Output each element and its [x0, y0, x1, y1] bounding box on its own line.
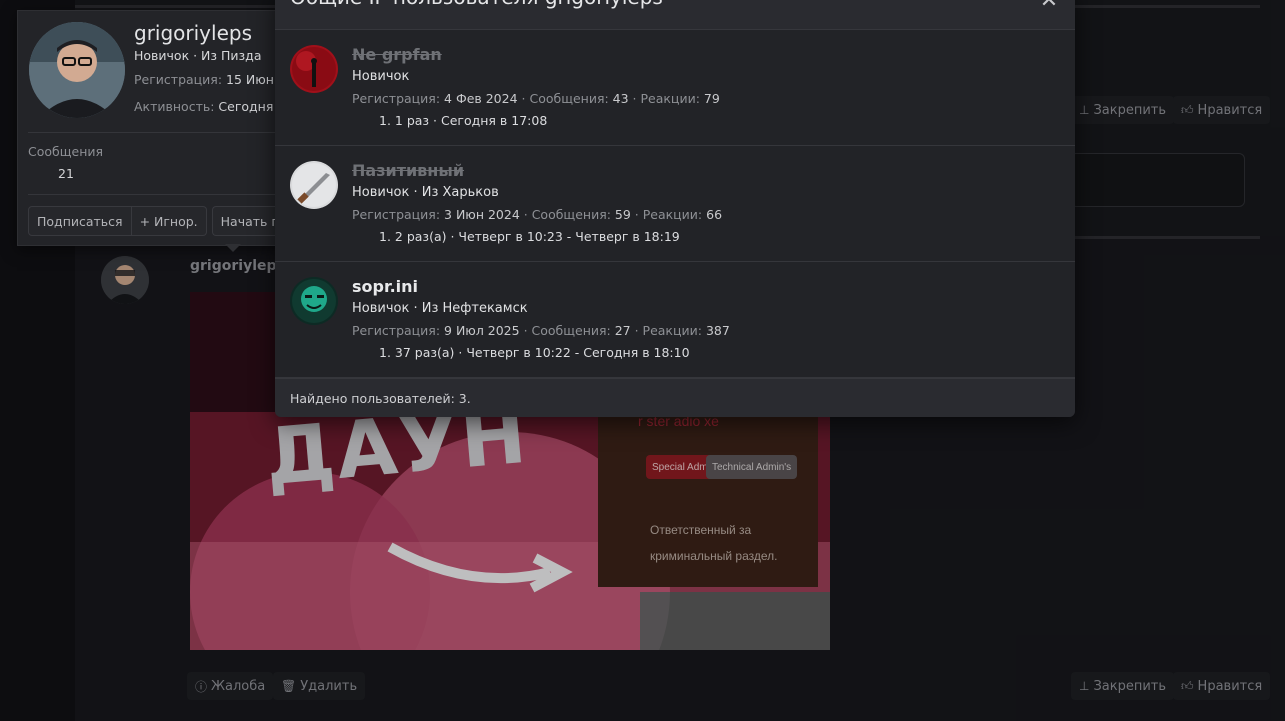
ignore-button[interactable]: + Игнор.	[131, 206, 207, 236]
post-author-name[interactable]: grigoriyleps	[190, 258, 285, 274]
shared-ip-modal: Общие IP пользователя grigoriyleps ✕ Ne …	[275, 0, 1075, 417]
member-registration: Регистрация: 15 Июн 2	[134, 72, 286, 87]
user-messages-value: 59	[614, 207, 631, 222]
user-messages-value: 43	[612, 91, 629, 106]
report-label: Жалоба	[211, 678, 266, 694]
pin-button[interactable]: ⊥ Закрепить	[1071, 672, 1175, 700]
user-registration-label: Регистрация:	[352, 91, 445, 106]
thumbs-up-icon: 👍︎	[1181, 102, 1194, 117]
user-avatar[interactable]	[290, 45, 338, 93]
pin-label: Закрепить	[1093, 678, 1167, 694]
member-card-divider	[28, 132, 313, 133]
user-ip-usage: 1. 37 раз(а) · Четверг в 10:22 - Сегодня…	[379, 345, 690, 360]
pin-label: Закрепить	[1093, 102, 1167, 118]
pin-icon: ⊥	[1079, 103, 1090, 117]
delete-label: Удалить	[300, 678, 358, 694]
user-registration-value: 9 Июл 2025	[444, 323, 520, 338]
modal-footer: Найдено пользователей: 3.	[275, 378, 1075, 417]
modal-title: Общие IP пользователя grigoriyleps	[290, 0, 663, 9]
user-avatar[interactable]	[290, 161, 338, 209]
shared-ip-user-row: Ne grpfan Новичок Регистрация: 4 Фев 202…	[275, 30, 1075, 146]
modal-header: Общие IP пользователя grigoriyleps ✕	[275, 0, 1075, 30]
user-messages-label: · Сообщения:	[519, 207, 615, 222]
user-name[interactable]: sopr.ini	[352, 277, 418, 296]
member-activity: Активность: Сегодня в	[134, 99, 285, 114]
user-reactions-label: · Реакции:	[630, 207, 707, 222]
user-name[interactable]: Ne grpfan	[352, 45, 442, 64]
user-name[interactable]: Пазитивный	[352, 161, 464, 180]
member-avatar[interactable]	[29, 22, 125, 118]
user-avatar[interactable]	[290, 277, 338, 325]
member-card-actions: Подписаться + Игнор. Начать пе	[28, 206, 296, 236]
alert-circle-icon: ⓘ	[195, 679, 208, 694]
member-tooltip-card: grigoriyleps Новичок · Из Пизда Регистра…	[17, 10, 317, 246]
user-reactions-value: 66	[706, 207, 723, 222]
user-registration-value: 4 Фев 2024	[444, 91, 518, 106]
shared-ip-user-row: Пазитивный Новичок · Из Харьков Регистра…	[275, 146, 1075, 262]
user-reactions-value: 79	[703, 91, 720, 106]
user-messages-value: 27	[614, 323, 631, 338]
user-role: Новичок · Из Нефтекамск	[352, 301, 528, 316]
user-messages-label: · Сообщения:	[519, 323, 615, 338]
image-profile-panel: r ster adio xe Special Admin Technical A…	[598, 407, 818, 587]
member-role-location: Новичок · Из Пизда	[134, 48, 262, 63]
user-messages-label: · Сообщения:	[517, 91, 613, 106]
member-username[interactable]: grigoriyleps	[134, 21, 252, 45]
member-messages-count[interactable]: 21	[58, 166, 74, 181]
member-card-divider	[28, 194, 313, 195]
subscribe-button[interactable]: Подписаться	[28, 206, 132, 236]
like-label: Нравится	[1197, 678, 1263, 694]
post-author-avatar[interactable]	[101, 256, 149, 304]
user-reactions-label: · Реакции:	[628, 91, 704, 106]
trash-icon: 🗑︎	[281, 679, 297, 693]
users-found-count: Найдено пользователей: 3.	[290, 391, 471, 406]
member-messages-label: Сообщения	[28, 144, 104, 159]
member-activity-label: Активность:	[134, 99, 219, 114]
shared-ip-user-row: sopr.ini Новичок · Из Нефтекамск Регистр…	[275, 262, 1075, 378]
user-role: Новичок	[352, 69, 410, 84]
user-registration-label: Регистрация:	[352, 207, 445, 222]
report-button[interactable]: ⓘ Жалоба	[187, 672, 274, 700]
close-icon[interactable]: ✕	[1037, 0, 1061, 13]
user-stats: Регистрация: 4 Фев 2024 · Сообщения: 43 …	[352, 91, 720, 106]
thumbs-up-icon: 👍︎	[1181, 678, 1194, 693]
user-reactions-label: · Реакции:	[630, 323, 706, 338]
user-registration-value: 3 Июн 2024	[444, 207, 520, 222]
delete-button[interactable]: 🗑︎ Удалить	[273, 672, 366, 700]
user-ip-usage: 1. 1 раз · Сегодня в 17:08	[379, 113, 548, 128]
like-button[interactable]: 👍︎ Нравится	[1173, 672, 1271, 700]
like-label: Нравится	[1197, 102, 1263, 118]
user-reactions-value: 387	[705, 323, 730, 338]
image-panel-text: Ответственный за криминальный раздел.	[650, 523, 778, 563]
user-registration-label: Регистрация:	[352, 323, 445, 338]
user-stats: Регистрация: 9 Июл 2025 · Сообщения: 27 …	[352, 323, 730, 338]
member-card-pointer	[225, 244, 241, 252]
quick-reply-box[interactable]	[1070, 153, 1245, 207]
user-ip-usage: 1. 2 раз(а) · Четверг в 10:23 - Четверг …	[379, 229, 680, 244]
user-stats: Регистрация: 3 Июн 2024 · Сообщения: 59 …	[352, 207, 722, 222]
member-registration-label: Регистрация:	[134, 72, 227, 87]
user-role: Новичок · Из Харьков	[352, 185, 499, 200]
pin-icon: ⊥	[1079, 679, 1090, 693]
image-tag-technical-admin: Technical Admin's	[706, 455, 798, 479]
pin-button-top[interactable]: ⊥ Закрепить	[1071, 96, 1175, 124]
like-button-top[interactable]: 👍︎ Нравится	[1173, 96, 1271, 124]
